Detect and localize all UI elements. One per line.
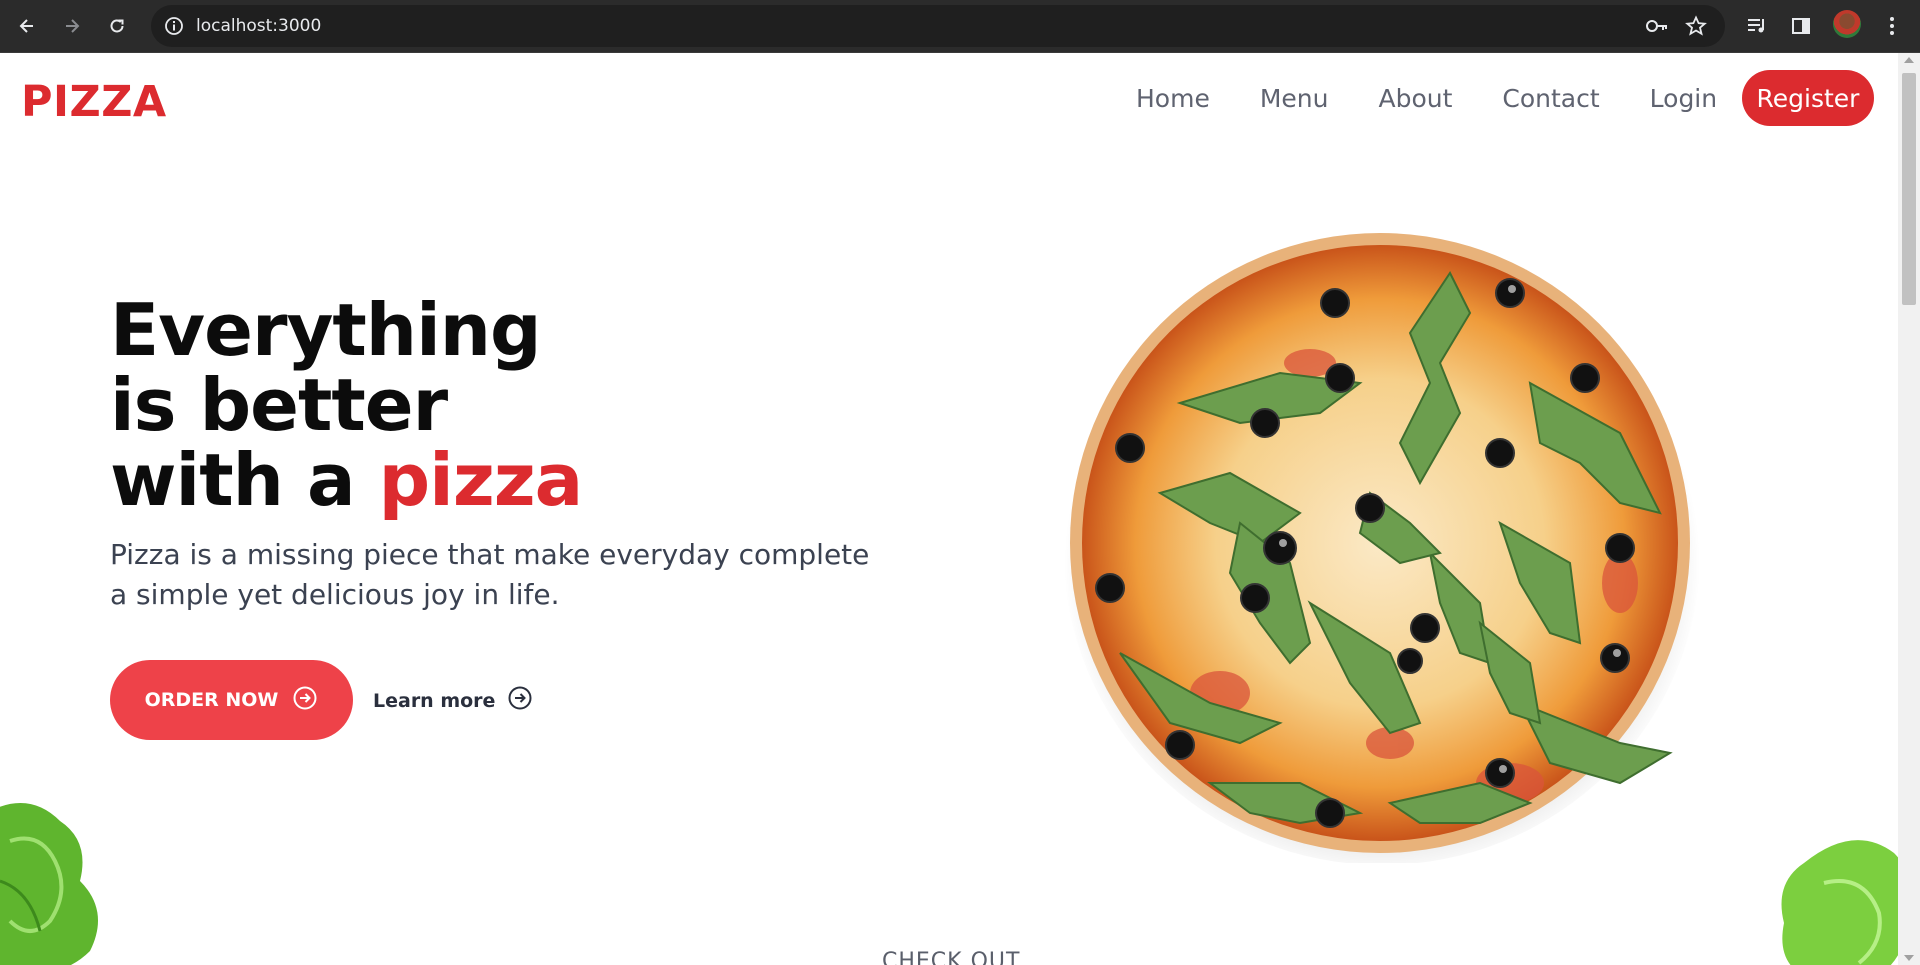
browser-toolbar: localhost:3000 — [0, 0, 1920, 53]
order-now-button[interactable]: ORDER NOW — [110, 660, 353, 740]
section-heading-peek: CHECK OUT — [882, 949, 1021, 965]
hero-title-accent: pizza — [378, 438, 584, 522]
learn-more-link[interactable]: Learn more — [373, 685, 533, 716]
side-panel-icon[interactable] — [1785, 10, 1817, 42]
nav-link-login[interactable]: Login — [1650, 84, 1717, 113]
nav-link-menu[interactable]: Menu — [1260, 84, 1329, 113]
scrollbar-thumb[interactable] — [1902, 73, 1916, 305]
page-scrollbar[interactable] — [1898, 53, 1920, 965]
kebab-menu-icon[interactable] — [1876, 10, 1908, 42]
site-logo[interactable]: PIZZA — [21, 77, 167, 127]
arrow-circle-right-icon — [292, 685, 318, 716]
hero-title-line-2: is better — [110, 363, 448, 447]
media-control-icon[interactable] — [1741, 10, 1773, 42]
reload-icon[interactable] — [101, 10, 133, 42]
nav-link-about[interactable]: About — [1378, 84, 1452, 113]
main-nav: Home Menu About Contact Login — [1136, 84, 1717, 113]
star-icon[interactable] — [1685, 15, 1707, 42]
key-icon[interactable] — [1645, 16, 1669, 41]
hero-title-line-3: with a — [110, 438, 379, 522]
profile-avatar[interactable] — [1833, 10, 1861, 38]
scroll-down-arrow-icon[interactable] — [1904, 955, 1914, 961]
forward-arrow-icon[interactable] — [56, 10, 88, 42]
url-text[interactable]: localhost:3000 — [196, 16, 321, 36]
pizza-image — [1060, 223, 1700, 865]
lettuce-decoration-right — [1764, 823, 1898, 965]
hero-title-line-1: Everything — [110, 288, 542, 372]
lettuce-decoration-left — [0, 781, 130, 965]
hero-title: Everything is better with a pizza — [110, 293, 583, 518]
nav-link-home[interactable]: Home — [1136, 84, 1210, 113]
register-button[interactable]: Register — [1742, 70, 1874, 126]
arrow-circle-right-icon — [507, 685, 533, 716]
back-arrow-icon[interactable] — [11, 10, 43, 42]
web-page: PIZZA Home Menu About Contact Login Regi… — [0, 53, 1898, 965]
scroll-up-arrow-icon[interactable] — [1904, 57, 1914, 63]
hero-subtitle: Pizza is a missing piece that make every… — [110, 538, 870, 611]
address-bar[interactable]: localhost:3000 — [151, 5, 1725, 47]
learn-more-label: Learn more — [373, 689, 496, 712]
info-icon[interactable] — [163, 15, 185, 42]
order-now-label: ORDER NOW — [144, 689, 279, 711]
nav-link-contact[interactable]: Contact — [1502, 84, 1599, 113]
